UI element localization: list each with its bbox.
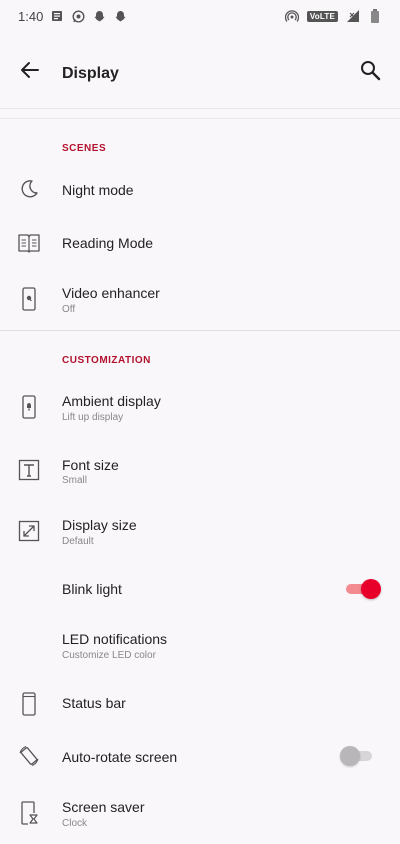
book-icon [16, 230, 42, 256]
setting-display-size[interactable]: Display size Default [0, 500, 400, 562]
setting-subtitle: Customize LED color [62, 650, 156, 661]
setting-title: Ambient display [62, 393, 161, 409]
moon-icon [16, 176, 42, 202]
setting-title: Video enhancer [62, 285, 160, 301]
status-left: 1:40 [18, 9, 127, 24]
setting-title: Display size [62, 517, 137, 533]
setting-title: Night mode [62, 182, 134, 198]
hourglass-phone-icon [16, 800, 42, 826]
toggle-knob [361, 579, 381, 599]
phone-ambient-icon [16, 394, 42, 420]
rotate-icon [16, 743, 42, 769]
section-divider [0, 330, 400, 331]
setting-reading-mode[interactable]: Reading Mode [0, 216, 400, 268]
toggle-knob [340, 746, 360, 766]
battery-icon [368, 9, 382, 23]
volte-icon: VoLTE [306, 10, 338, 22]
setting-night-mode[interactable]: Night mode [0, 164, 400, 216]
setting-title: Screen saver [62, 799, 145, 815]
app-bar-divider [0, 108, 400, 109]
setting-title: Reading Mode [62, 235, 154, 251]
setting-subtitle: Clock [62, 818, 88, 829]
setting-subtitle: Small [62, 475, 88, 486]
setting-auto-rotate[interactable]: Auto-rotate screen [0, 730, 400, 782]
back-button[interactable] [16, 56, 44, 84]
document-icon [50, 9, 64, 23]
arrow-left-icon [21, 62, 39, 78]
whatsapp-icon [71, 9, 85, 23]
text-size-icon [16, 457, 42, 483]
setting-title: Blink light [62, 581, 122, 597]
phone-outline-icon [16, 691, 42, 717]
setting-video-enhancer[interactable]: Video enhancer Off [0, 268, 400, 330]
setting-subtitle: Default [62, 536, 94, 547]
auto-rotate-toggle[interactable] [340, 746, 374, 766]
resize-icon [16, 518, 42, 544]
setting-title: Auto-rotate screen [62, 749, 178, 765]
search-icon [361, 61, 381, 81]
setting-screen-saver[interactable]: Screen saver Clock [0, 782, 400, 844]
app-bar: Display [0, 32, 400, 108]
signal-icon [346, 9, 360, 23]
setting-blink-light[interactable]: Blink light [0, 562, 400, 614]
section-header-scenes: SCENES [62, 143, 107, 154]
hotspot-icon [284, 9, 299, 23]
blink-light-toggle[interactable] [346, 579, 381, 599]
setting-title: LED notifications [62, 631, 168, 647]
snapchat-icon [113, 9, 127, 23]
page-title: Display [62, 65, 119, 82]
setting-title: Status bar [62, 695, 126, 711]
setting-ambient-display[interactable]: Ambient display Lift up display [0, 376, 400, 438]
setting-led-notifications[interactable]: LED notifications Customize LED color [0, 614, 400, 676]
setting-subtitle: Off [62, 304, 76, 315]
section-header-customization: CUSTOMIZATION [62, 355, 151, 366]
setting-font-size[interactable]: Font size Small [0, 438, 400, 500]
phone-video-icon [16, 286, 42, 312]
status-right: VoLTE [284, 9, 382, 23]
setting-title: Font size [62, 457, 119, 473]
app-bar-shadow [0, 118, 400, 119]
clock: 1:40 [18, 8, 44, 24]
search-button[interactable] [356, 56, 384, 84]
setting-subtitle: Lift up display [62, 412, 124, 423]
snapchat-icon [92, 9, 106, 23]
status-bar: 1:40 VoLTE [0, 0, 400, 32]
setting-status-bar[interactable]: Status bar [0, 676, 400, 730]
